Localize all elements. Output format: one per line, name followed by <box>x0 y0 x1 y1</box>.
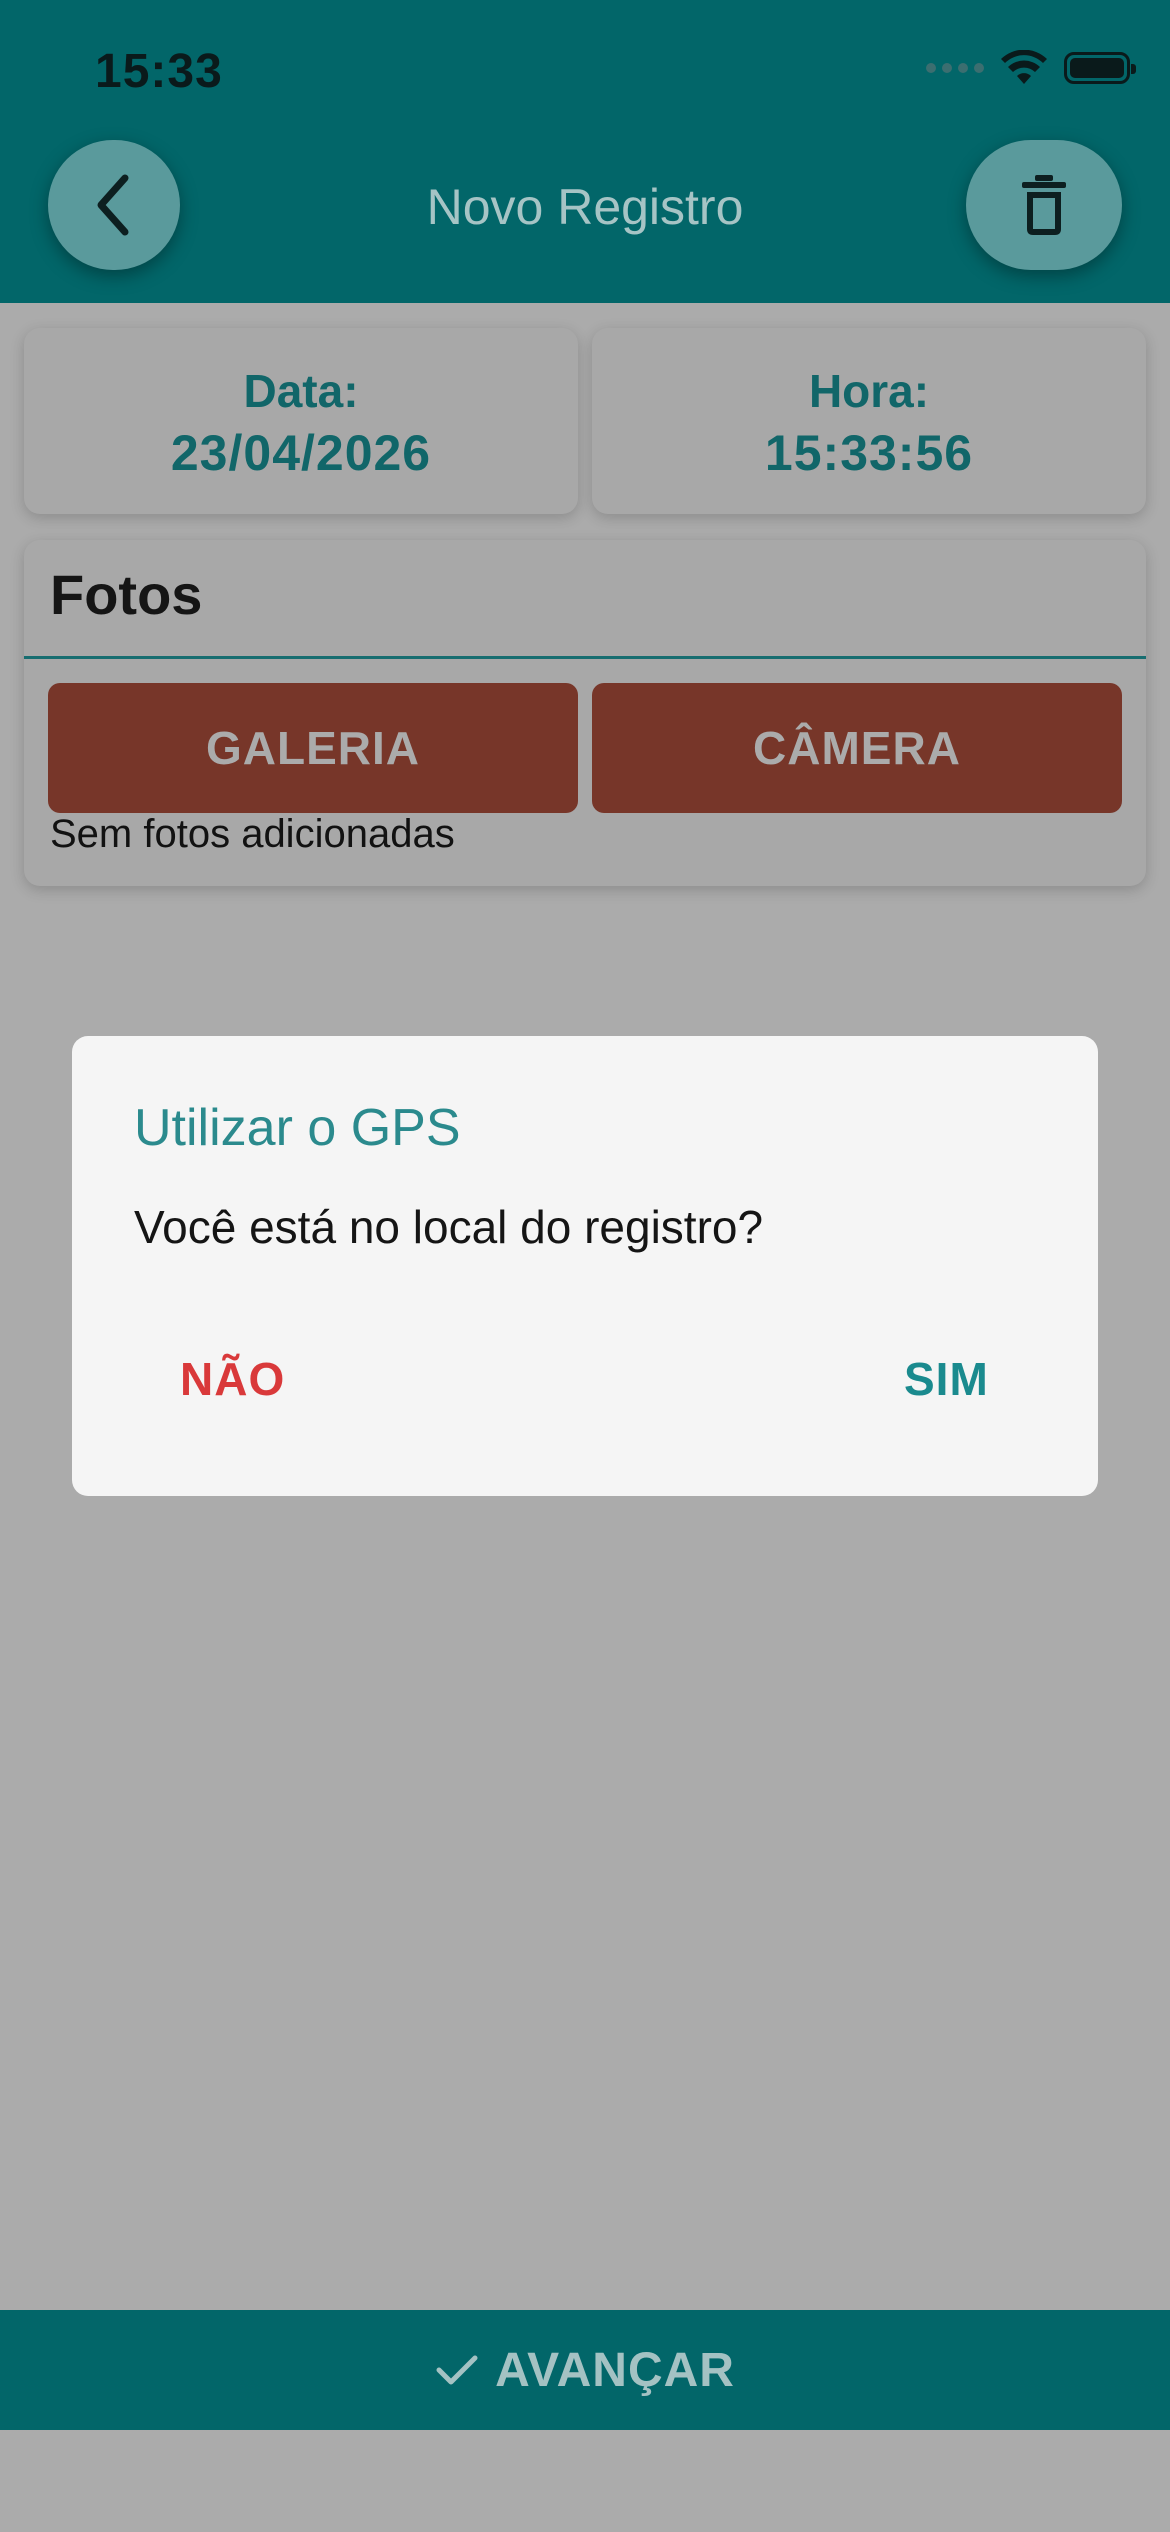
photos-panel: Fotos GALERIA CÂMERA Sem fotos adicionad… <box>24 540 1146 886</box>
camera-button[interactable]: CÂMERA <box>592 683 1122 813</box>
date-value: 23/04/2026 <box>170 425 432 481</box>
dialog-title: Utilizar o GPS <box>134 1099 461 1157</box>
date-label: Data: <box>243 365 359 417</box>
battery-icon <box>1064 52 1136 84</box>
cellular-signal-icon <box>926 63 984 73</box>
app-header: 15:33 Novo Registro <box>0 0 1170 303</box>
no-button[interactable]: NÃO <box>180 1352 285 1406</box>
time-value: 15:33:56 <box>764 425 974 481</box>
gps-dialog: Utilizar o GPS Você está no local do reg… <box>72 1036 1098 1496</box>
check-icon <box>436 2355 478 2385</box>
time-card: Hora: 15:33:56 <box>592 328 1146 514</box>
delete-button[interactable] <box>966 140 1122 270</box>
status-time: 15:33 <box>95 45 223 98</box>
photos-title: Fotos <box>50 563 203 626</box>
next-button[interactable]: AVANÇAR <box>0 2310 1170 2430</box>
dialog-message: Você está no local do registro? <box>134 1201 764 1253</box>
time-label: Hora: <box>808 365 930 417</box>
gallery-button[interactable]: GALERIA <box>48 683 578 813</box>
yes-button[interactable]: SIM <box>904 1352 989 1406</box>
next-label: AVANÇAR <box>495 2343 735 2397</box>
wifi-icon <box>1001 50 1047 84</box>
photos-divider <box>24 656 1146 659</box>
status-icons <box>926 50 1136 86</box>
date-card: Data: 23/04/2026 <box>24 328 578 514</box>
trash-icon <box>1022 175 1066 235</box>
no-photos-message: Sem fotos adicionadas <box>50 812 455 856</box>
